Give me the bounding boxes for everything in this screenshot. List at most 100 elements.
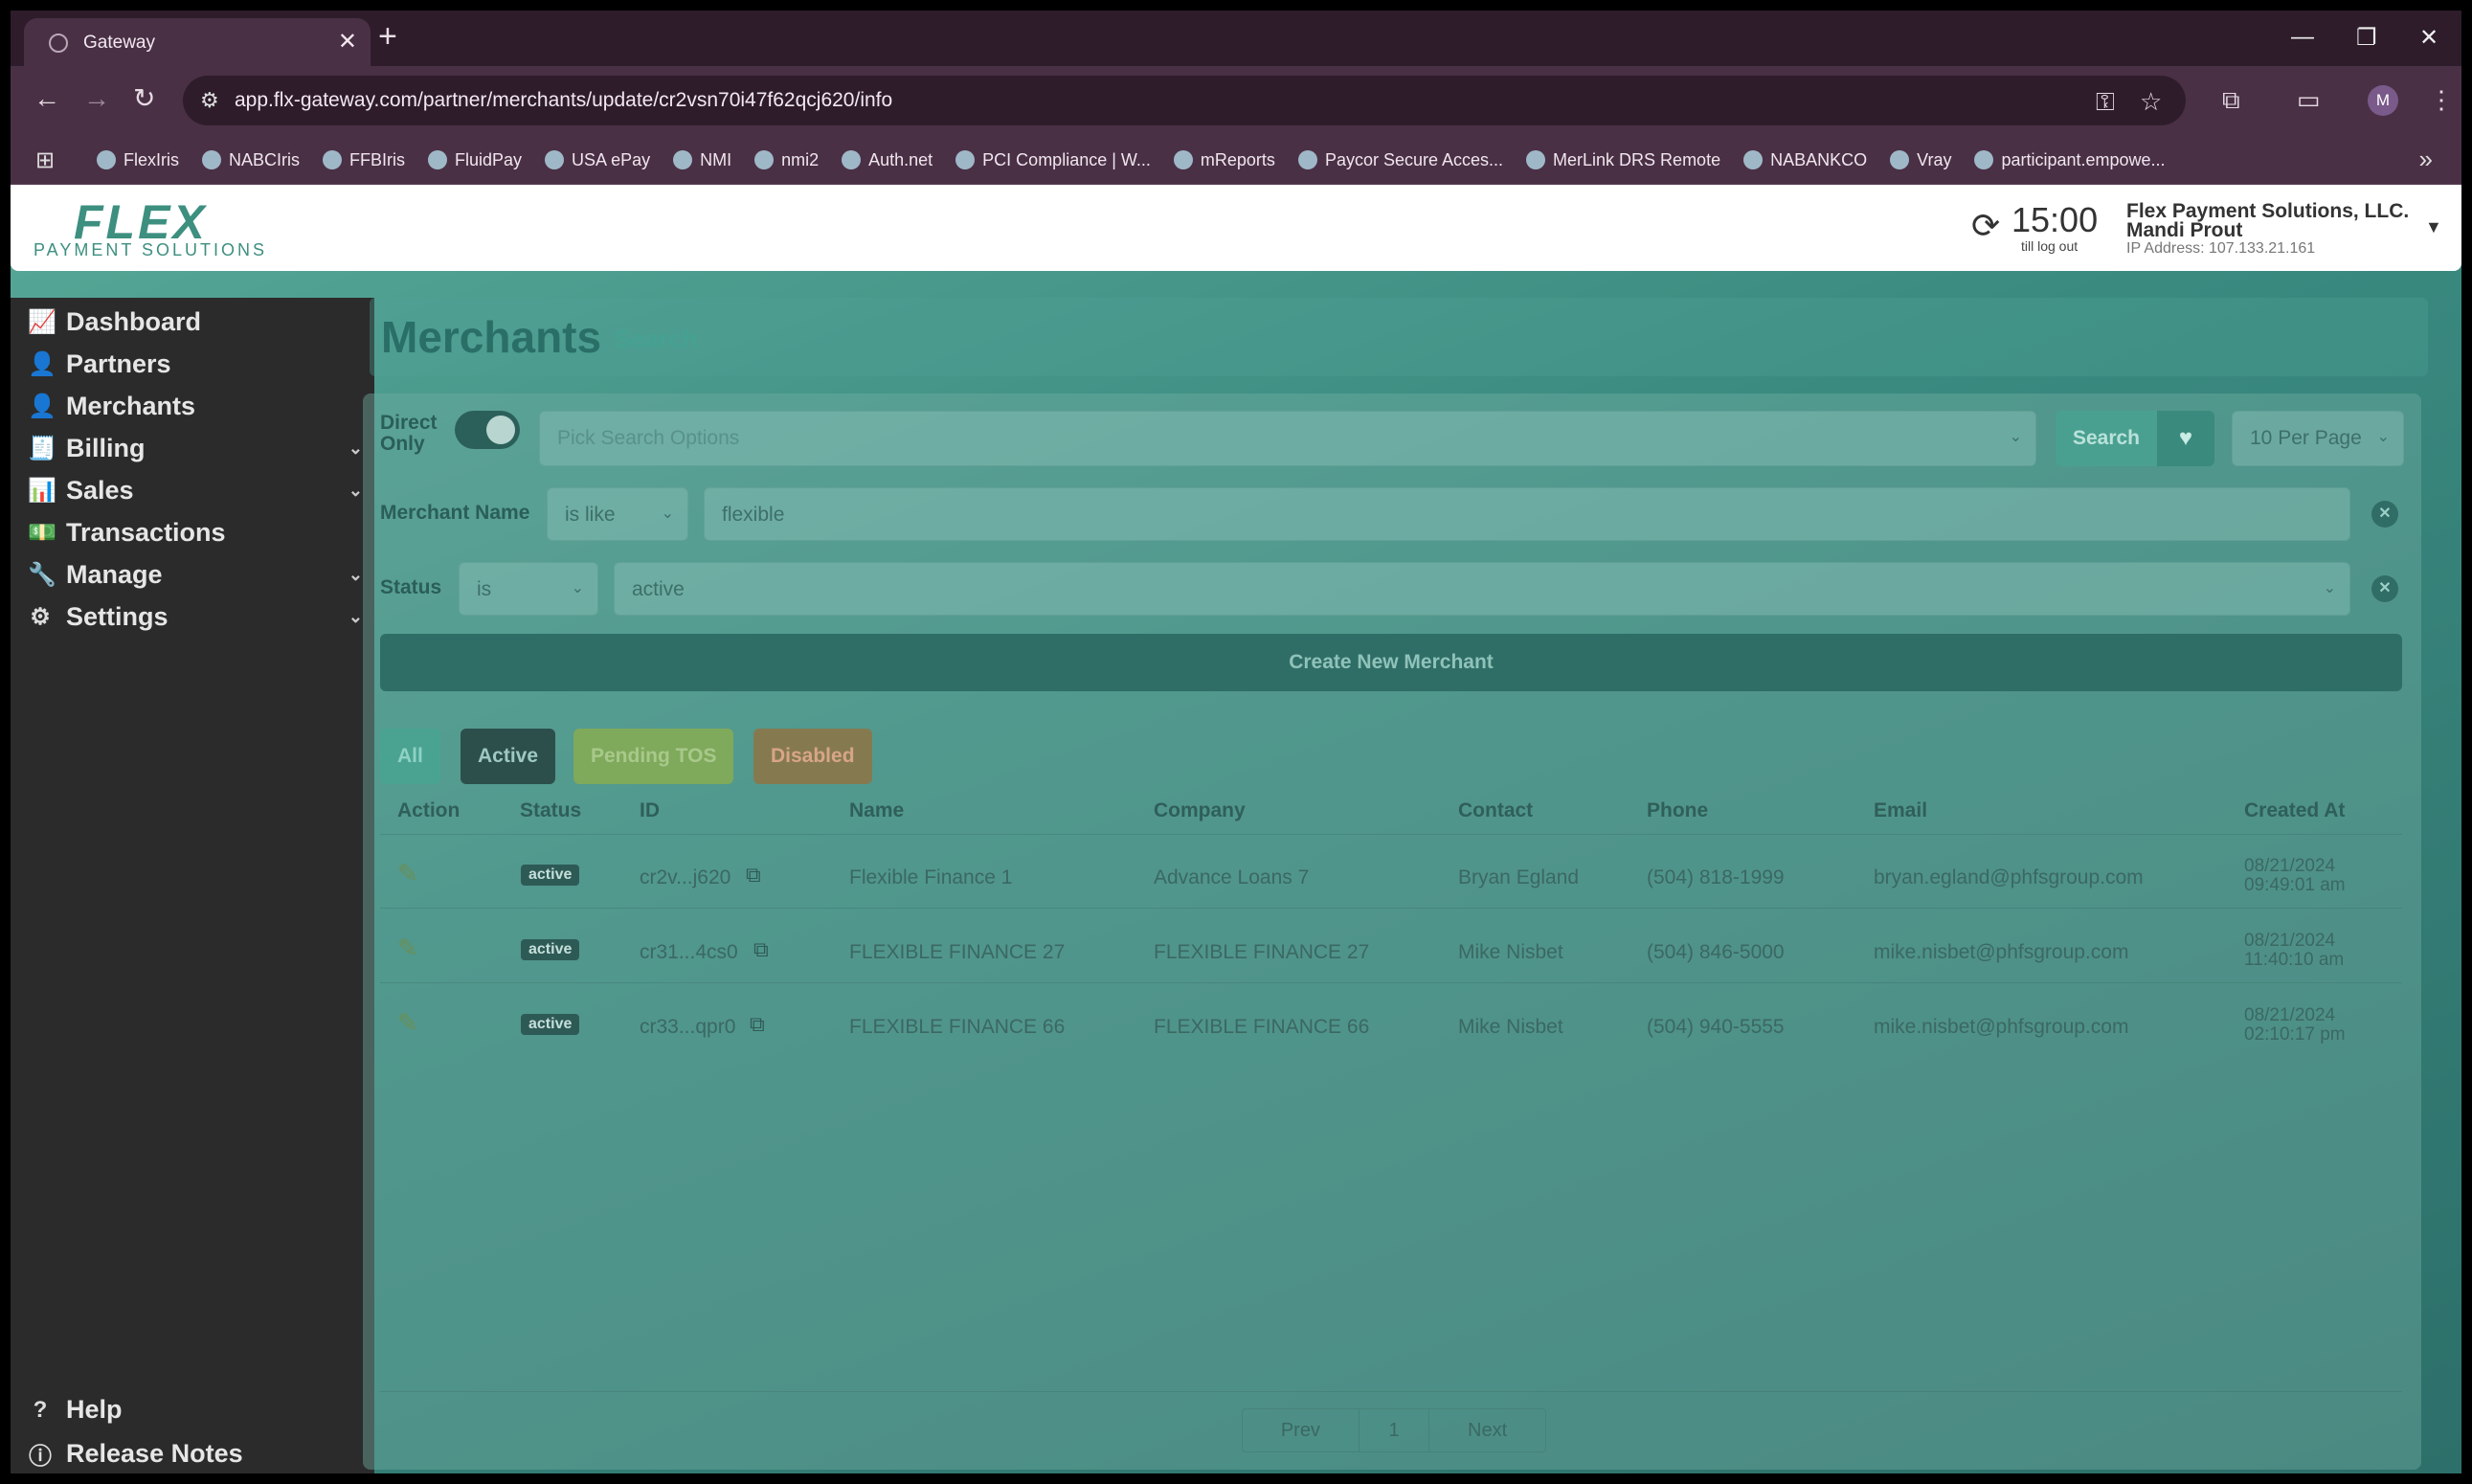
pencil-icon[interactable]: ✎ <box>397 1008 418 1038</box>
sidebar-item-settings[interactable]: ⚙ Settings ⌄ <box>28 602 363 632</box>
tab-strip: Gateway ✕ + — ❐ ✕ <box>11 11 2461 66</box>
bookmark[interactable]: NMI <box>673 150 731 170</box>
tab-disabled[interactable]: Disabled <box>753 729 872 784</box>
copy-icon[interactable]: ⧉ <box>753 937 769 962</box>
session-timer: 15:00 <box>2011 200 2099 239</box>
bookmark[interactable]: Paycor Secure Acces... <box>1297 150 1503 170</box>
merchant-name[interactable]: FLEXIBLE FINANCE 66 <box>849 1016 1065 1039</box>
reload-icon[interactable]: ↻ <box>133 85 155 112</box>
current-page[interactable]: 1 <box>1360 1409 1430 1451</box>
bookmark-favicon-icon <box>1173 150 1193 169</box>
clear-filter-icon[interactable]: ✕ <box>2371 575 2398 602</box>
sidebar-item-sales[interactable]: 📊 Sales ⌄ <box>28 476 363 506</box>
account-menu-caret-icon[interactable]: ▼ <box>2425 217 2442 237</box>
bookmark[interactable]: FFBIris <box>323 150 405 170</box>
bookmark[interactable]: NABANKCO <box>1743 150 1867 170</box>
bookmark[interactable]: participant.empowe... <box>1974 150 2166 170</box>
column-header-company[interactable]: Company <box>1154 799 1246 822</box>
sidebar-item-dashboard[interactable]: 📈 Dashboard <box>28 307 363 337</box>
merchant-name-operator-select[interactable]: is like ⌄ <box>547 487 688 541</box>
refresh-session-icon[interactable]: ⟳ <box>1971 206 2000 246</box>
merchant-name[interactable]: FLEXIBLE FINANCE 27 <box>849 941 1065 964</box>
status-operator-select[interactable]: is ⌄ <box>459 562 598 616</box>
bookmark[interactable]: FlexIris <box>97 150 179 170</box>
per-page-select[interactable]: 10 Per Page ⌄ <box>2232 411 2404 466</box>
sidebar-item-partners[interactable]: 👤 Partners <box>28 349 363 379</box>
restore-icon[interactable]: ❐ <box>2356 24 2377 52</box>
merchant-company: Advance Loans 7 <box>1154 866 1310 888</box>
menu-icon[interactable]: ⋮ <box>2429 87 2454 112</box>
pagination: Prev 1 Next <box>1242 1408 1546 1452</box>
bookmark[interactable]: FluidPay <box>428 150 522 170</box>
address-bar[interactable]: ⚙ app.flx-gateway.com/partner/merchants/… <box>183 76 2186 125</box>
tab-all[interactable]: All <box>380 729 440 784</box>
info-icon: ⓘ <box>29 1444 52 1470</box>
created-time: 09:49:01 am <box>2244 875 2346 895</box>
search-button[interactable]: Search <box>2056 411 2157 466</box>
clear-filter-icon[interactable]: ✕ <box>2371 501 2398 528</box>
user-icon: 👤 <box>28 393 56 419</box>
merchant-id: cr33...qpr0 <box>640 1016 736 1038</box>
site-settings-icon[interactable]: ⚙ <box>200 88 219 113</box>
forward-icon[interactable]: → <box>83 85 110 112</box>
apps-grid-icon[interactable]: ⊞ <box>35 146 55 174</box>
back-icon[interactable]: ← <box>34 85 60 112</box>
copy-icon[interactable]: ⧉ <box>750 1012 765 1037</box>
bookmark-favicon-icon <box>545 150 565 169</box>
pencil-icon[interactable]: ✎ <box>397 933 418 963</box>
bookmark-favicon-icon <box>428 150 448 169</box>
sidebar-item-transactions[interactable]: 💵 Transactions <box>28 518 363 548</box>
column-header-status: Status <box>520 799 582 821</box>
extensions-icon[interactable]: ⧉ <box>2222 87 2240 112</box>
next-page-button[interactable]: Next <box>1429 1409 1545 1451</box>
bookmarks-bar: ⊞ FlexIris NABCIris FFBIris FluidPay USA… <box>11 135 2461 185</box>
star-icon[interactable]: ☆ <box>2140 87 2162 117</box>
bookmark[interactable]: NABCIris <box>202 150 300 170</box>
status-value-select[interactable]: active ⌄ <box>614 562 2350 616</box>
created-date: 08/21/2024 <box>2244 931 2336 951</box>
key-icon[interactable]: ⚿ <box>2096 87 2115 118</box>
cast-icon[interactable]: ▭ <box>2297 87 2321 112</box>
money-icon: 💵 <box>28 520 56 546</box>
minimize-icon[interactable]: — <box>2291 24 2314 51</box>
copy-icon[interactable]: ⧉ <box>746 863 761 888</box>
bookmark[interactable]: MerLink DRS Remote <box>1526 150 1720 170</box>
browser-window: Gateway ✕ + — ❐ ✕ ← → ↻ ⚙ app.flx-gatewa… <box>11 11 2461 1473</box>
bookmark[interactable]: nmi2 <box>754 150 819 170</box>
sidebar-item-manage[interactable]: 🔧 Manage ⌄ <box>28 560 363 590</box>
bar-chart-icon: 📊 <box>28 478 56 504</box>
merchant-company: FLEXIBLE FINANCE 66 <box>1154 1016 1370 1038</box>
profile-avatar[interactable]: M <box>2368 85 2398 116</box>
bookmark[interactable]: USA ePay <box>545 150 650 170</box>
close-tab-icon[interactable]: ✕ <box>338 28 357 56</box>
bookmark[interactable]: mReports <box>1173 150 1275 170</box>
merchant-name-input[interactable]: flexible <box>704 487 2350 541</box>
saved-search-select[interactable]: Pick Search Options ⌄ <box>539 411 2036 466</box>
bookmark[interactable]: PCI Compliance | W... <box>955 150 1151 170</box>
column-header-created-at[interactable]: Created At <box>2244 799 2345 822</box>
new-tab-icon[interactable]: + <box>378 20 397 53</box>
pencil-icon[interactable]: ✎ <box>397 859 418 888</box>
tab-pending-tos[interactable]: Pending TOS <box>573 729 734 784</box>
account-user[interactable]: Mandi Prout <box>2126 219 2242 242</box>
table-divider <box>380 908 2402 909</box>
sidebar-item-help[interactable]: ? Help <box>28 1395 363 1425</box>
sidebar-item-merchants[interactable]: 👤 Merchants <box>28 392 363 421</box>
browser-tab[interactable]: Gateway ✕ <box>24 18 371 66</box>
bookmark[interactable]: Vray <box>1890 150 1951 170</box>
close-window-icon[interactable]: ✕ <box>2419 24 2438 52</box>
column-header-contact[interactable]: Contact <box>1458 799 1533 822</box>
bookmark[interactable]: Auth.net <box>842 150 933 170</box>
column-header-email[interactable]: Email <box>1874 799 1927 822</box>
column-header-phone[interactable]: Phone <box>1647 799 1708 822</box>
sidebar-item-billing[interactable]: 🧾 Billing ⌄ <box>28 434 363 463</box>
prev-page-button[interactable]: Prev <box>1243 1409 1360 1451</box>
more-bookmarks-icon[interactable]: » <box>2419 145 2433 174</box>
merchant-name[interactable]: Flexible Finance 1 <box>849 866 1012 889</box>
favorite-search-button[interactable]: ♥ <box>2157 411 2214 466</box>
column-header-name[interactable]: Name <box>849 799 904 822</box>
create-new-merchant-button[interactable]: Create New Merchant <box>380 634 2402 691</box>
sidebar-item-release-notes[interactable]: ⓘ Release Notes <box>28 1437 363 1471</box>
direct-only-toggle[interactable] <box>455 411 520 449</box>
tab-active[interactable]: Active <box>461 729 556 784</box>
